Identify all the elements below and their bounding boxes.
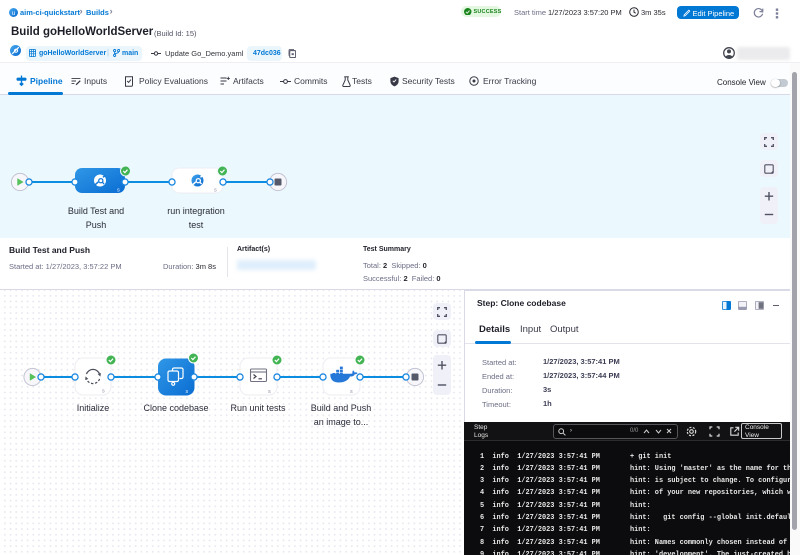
svg-text:s: s xyxy=(102,389,105,395)
svg-text:s: s xyxy=(268,389,271,395)
svg-text:s: s xyxy=(117,188,120,194)
svg-text:s: s xyxy=(214,188,217,194)
svg-text:s: s xyxy=(186,389,189,395)
svg-text:s: s xyxy=(350,389,353,395)
svg-text:u: u xyxy=(12,11,15,17)
